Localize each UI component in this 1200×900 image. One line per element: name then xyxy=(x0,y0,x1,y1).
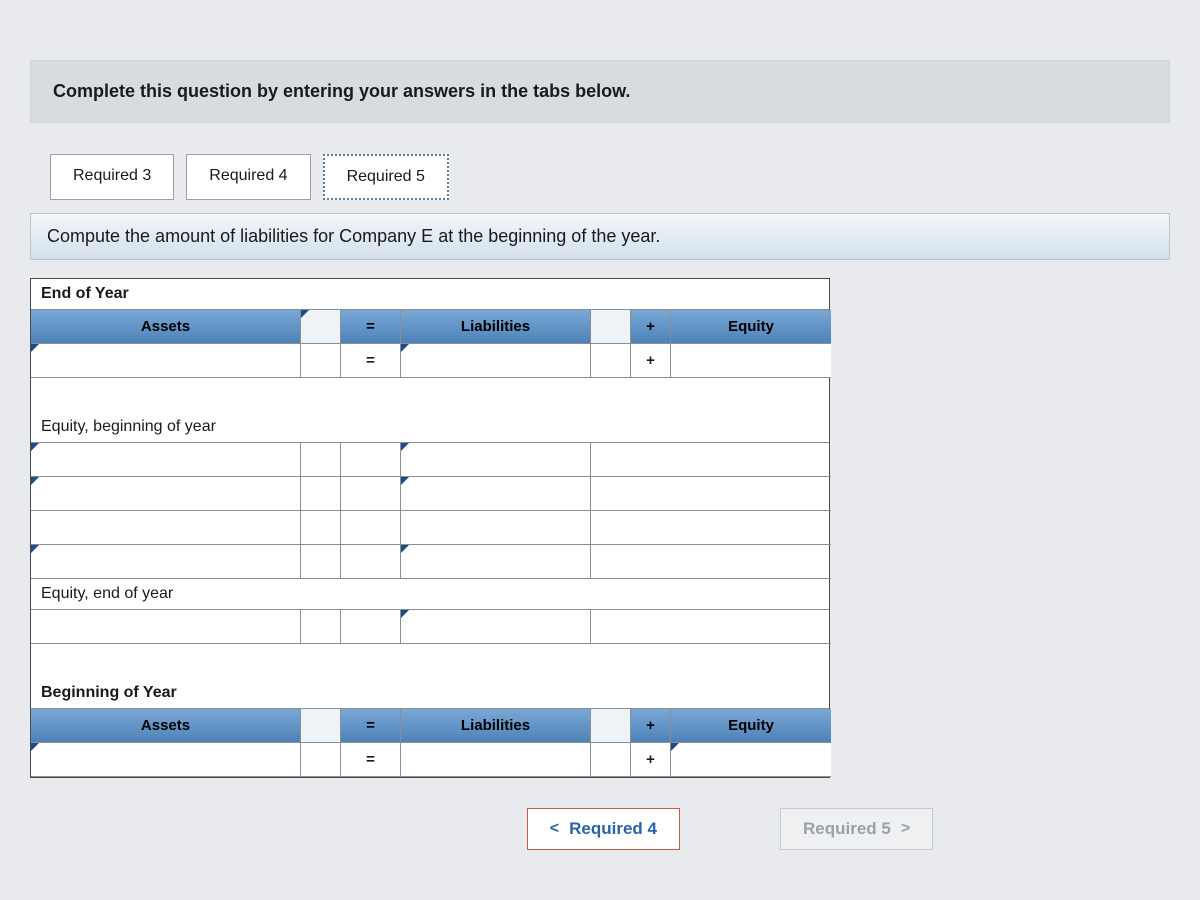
spacer xyxy=(631,545,671,579)
spacer xyxy=(591,545,631,579)
spacer xyxy=(301,743,341,777)
nav-buttons: < Required 4 Required 5 > xyxy=(30,808,1170,850)
instruction-bar: Complete this question by entering your … xyxy=(30,60,1170,123)
spacer xyxy=(341,443,401,477)
spacer-row xyxy=(31,378,831,392)
arrow-cell xyxy=(591,310,631,344)
spacer xyxy=(341,545,401,579)
section-equity-begin: Equity, beginning of year xyxy=(31,412,829,443)
prev-label: Required 4 xyxy=(569,819,657,839)
tab-required-5[interactable]: Required 5 xyxy=(323,154,449,200)
chevron-right-icon: > xyxy=(901,820,910,838)
input-equity-begin-val-1[interactable] xyxy=(401,443,591,477)
spacer xyxy=(631,511,671,545)
header-assets-eoy: Assets xyxy=(31,310,301,344)
tab-required-3[interactable]: Required 3 xyxy=(50,154,174,200)
input-equity-begin-1[interactable] xyxy=(31,443,301,477)
arrow-cell xyxy=(301,310,341,344)
sub-instruction: Compute the amount of liabilities for Co… xyxy=(30,213,1170,260)
tab-required-4[interactable]: Required 4 xyxy=(186,154,310,200)
input-equity-begin-3[interactable] xyxy=(31,545,301,579)
header-equity-boy: Equity xyxy=(671,709,831,743)
spacer xyxy=(341,610,401,644)
header-liabilities-boy: Liabilities xyxy=(401,709,591,743)
header-equity-eoy: Equity xyxy=(671,310,831,344)
next-button[interactable]: Required 5 > xyxy=(780,808,933,850)
section-begin-of-year: Beginning of Year xyxy=(31,678,829,709)
op-plus: + xyxy=(631,743,671,777)
spacer xyxy=(671,545,831,579)
input-equity-boy[interactable] xyxy=(671,743,831,777)
input-equity-begin-2[interactable] xyxy=(31,477,301,511)
spacer xyxy=(301,511,341,545)
spacer xyxy=(591,477,631,511)
spacer xyxy=(301,545,341,579)
input-assets-boy[interactable] xyxy=(31,743,301,777)
tab-strip: Required 3 Required 4 Required 5 xyxy=(30,153,1170,199)
op-eq: = xyxy=(341,743,401,777)
spacer xyxy=(31,511,301,545)
spacer xyxy=(401,511,591,545)
spacer xyxy=(341,511,401,545)
arrow-cell xyxy=(301,709,341,743)
spacer xyxy=(591,743,631,777)
op-plus: + xyxy=(631,344,671,378)
spacer xyxy=(591,511,631,545)
spacer xyxy=(671,477,831,511)
spacer xyxy=(591,443,631,477)
spacer xyxy=(671,443,831,477)
chevron-left-icon: < xyxy=(550,820,559,838)
spacer xyxy=(301,610,341,644)
input-equity-begin-val-2[interactable] xyxy=(401,477,591,511)
input-liabilities-eoy[interactable] xyxy=(401,344,591,378)
spacer xyxy=(301,344,341,378)
op-eq: = xyxy=(341,344,401,378)
input-equity-end-val[interactable] xyxy=(401,610,591,644)
spacer-row xyxy=(31,644,831,658)
prev-button[interactable]: < Required 4 xyxy=(527,808,680,850)
spacer xyxy=(591,344,631,378)
spacer xyxy=(671,610,831,644)
spacer xyxy=(301,477,341,511)
spacer xyxy=(631,477,671,511)
input-equity-eoy[interactable] xyxy=(671,344,831,378)
next-label: Required 5 xyxy=(803,819,891,839)
header-liabilities-eoy: Liabilities xyxy=(401,310,591,344)
op-plus: + xyxy=(631,709,671,743)
spacer xyxy=(631,610,671,644)
spacer xyxy=(671,511,831,545)
header-assets-boy: Assets xyxy=(31,709,301,743)
spacer xyxy=(301,443,341,477)
section-equity-end: Equity, end of year xyxy=(31,579,829,610)
op-eq: = xyxy=(341,709,401,743)
spacer xyxy=(341,477,401,511)
section-end-of-year: End of Year xyxy=(31,279,829,310)
spacer xyxy=(31,610,301,644)
input-liabilities-boy[interactable] xyxy=(401,743,591,777)
arrow-cell xyxy=(591,709,631,743)
op-plus: + xyxy=(631,310,671,344)
spacer xyxy=(591,610,631,644)
worksheet: End of Year Assets = Liabilities + Equit… xyxy=(30,278,830,778)
spacer xyxy=(631,443,671,477)
op-eq: = xyxy=(341,310,401,344)
input-assets-eoy[interactable] xyxy=(31,344,301,378)
input-equity-begin-val-3[interactable] xyxy=(401,545,591,579)
